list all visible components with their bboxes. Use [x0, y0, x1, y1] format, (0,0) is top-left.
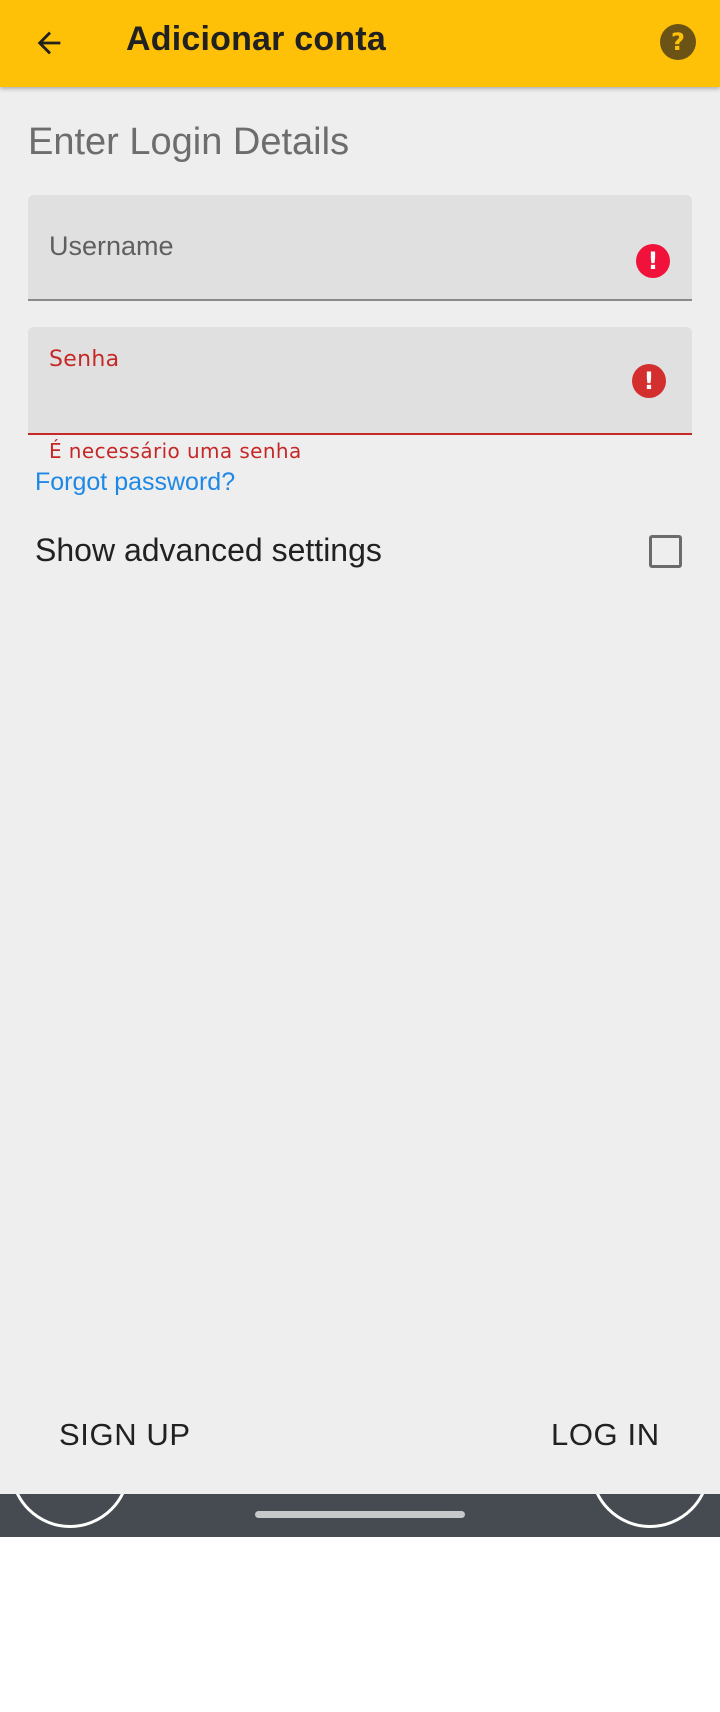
svg-text:?: ?	[671, 28, 685, 56]
error-icon: !	[636, 244, 670, 278]
gesture-handle[interactable]	[255, 1511, 465, 1518]
screen-corner-decoration	[590, 1494, 710, 1528]
arrow-left-icon	[37, 31, 61, 55]
app-bar: Adicionar conta ?	[0, 0, 720, 87]
help-button[interactable]: ?	[656, 20, 700, 64]
screen-corner-decoration	[10, 1494, 130, 1528]
section-title: Enter Login Details	[28, 121, 350, 163]
password-error-text: É necessário uma senha	[49, 439, 302, 463]
advanced-settings-row[interactable]: Show advanced settings	[0, 520, 720, 584]
forgot-password-link[interactable]: Forgot password?	[35, 468, 235, 497]
back-button[interactable]	[22, 16, 76, 70]
advanced-settings-checkbox[interactable]	[649, 535, 682, 568]
log-in-button[interactable]: LOG IN	[551, 1417, 660, 1453]
page-title: Adicionar conta	[126, 20, 386, 58]
screen: Adicionar conta ? Enter Login Details Us…	[0, 0, 720, 1537]
username-field[interactable]: Username !	[28, 195, 692, 301]
sign-up-button[interactable]: SIGN UP	[59, 1417, 191, 1453]
navigation-bar	[0, 1494, 720, 1537]
error-icon: !	[632, 364, 666, 398]
password-field[interactable]: Senha !	[28, 327, 692, 435]
username-placeholder: Username	[49, 231, 174, 261]
help-circle-icon: ?	[660, 24, 696, 60]
advanced-settings-label: Show advanced settings	[35, 532, 382, 568]
password-label: Senha	[49, 347, 120, 372]
